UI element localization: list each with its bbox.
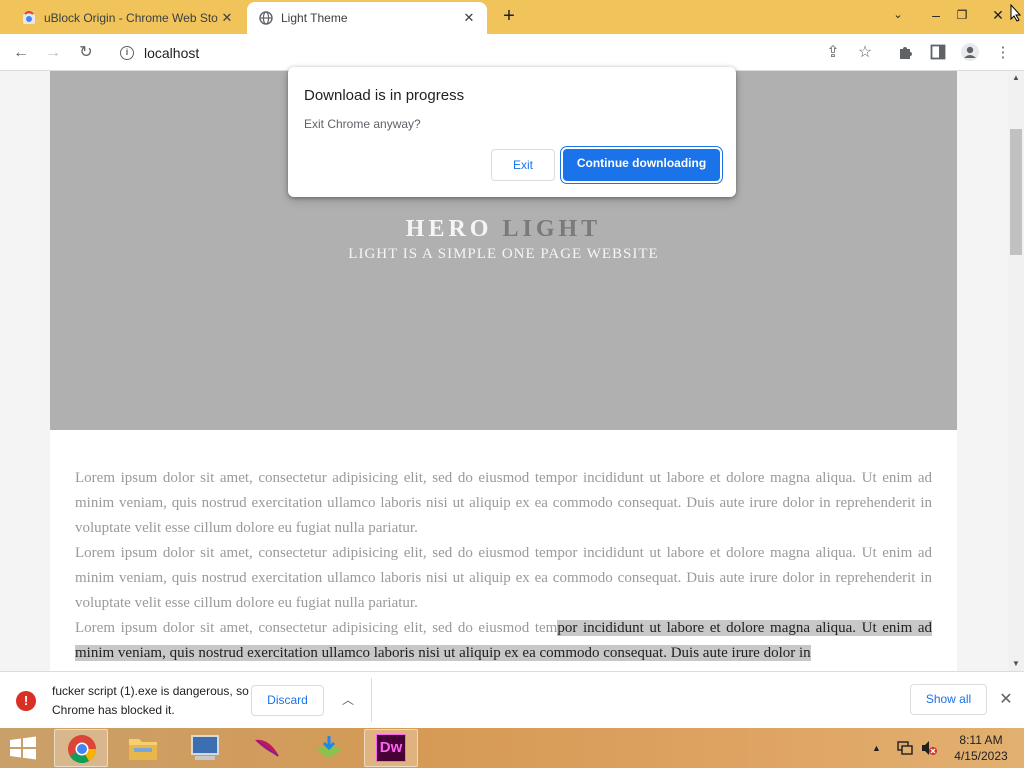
installer-download-icon [316, 736, 342, 758]
volume-muted-icon[interactable] [920, 740, 938, 756]
taskbar-chrome[interactable] [54, 729, 108, 767]
tab-search-chevron-icon[interactable]: ⌄ [882, 0, 914, 34]
mouse-cursor-icon [1010, 4, 1022, 22]
taskbar-feather-app[interactable] [240, 729, 294, 767]
danger-warning-icon: ! [16, 691, 36, 711]
close-shelf-icon[interactable]: ✕ [996, 688, 1016, 712]
taskbar-file-explorer[interactable] [116, 729, 170, 767]
network-icon[interactable] [896, 741, 914, 755]
chrome-web-store-icon [23, 11, 35, 24]
taskbar-download-installer[interactable] [302, 729, 356, 767]
new-tab-button[interactable]: + [498, 6, 520, 28]
dialog-message: Exit Chrome anyway? [304, 117, 421, 131]
back-button[interactable]: ← [8, 40, 34, 66]
show-all-button[interactable]: Show all [910, 684, 987, 715]
paragraph-text: Lorem ipsum dolor sit amet, consectetur … [75, 620, 558, 636]
taskbar: Dw ▲ 8:11 AM 4/15/2023 [0, 728, 1024, 768]
globe-icon [259, 11, 273, 25]
scrollbar-thumb[interactable] [1010, 129, 1022, 255]
url-text: localhost [144, 45, 200, 61]
taskbar-dreamweaver[interactable]: Dw [364, 729, 418, 767]
tray-chevron-up-icon[interactable]: ▲ [872, 728, 881, 768]
page-scrollbar[interactable]: ▲ ▼ [1008, 71, 1024, 671]
clock-date: 4/15/2023 [954, 749, 1008, 763]
windows-start-icon[interactable] [8, 736, 38, 760]
folder-icon [129, 739, 157, 760]
share-icon[interactable]: ⇪ [820, 40, 846, 66]
restore-button[interactable]: ❐ [946, 0, 978, 34]
tab-title: Light Theme [281, 11, 348, 25]
discard-button[interactable]: Discard [251, 685, 324, 716]
scroll-down-arrow-icon[interactable]: ▼ [1008, 657, 1024, 671]
site-info-icon[interactable]: i [120, 46, 134, 60]
hero-title-light: LIGHT [502, 216, 602, 242]
hero-title: HERO LIGHT [50, 216, 957, 243]
chrome-icon [68, 735, 96, 763]
profile-avatar-icon[interactable] [960, 42, 980, 62]
tab-close-icon[interactable]: ✕ [219, 10, 235, 26]
tab-close-icon[interactable]: ✕ [461, 10, 477, 26]
feather-icon [255, 739, 279, 757]
forward-button[interactable]: → [40, 40, 66, 66]
download-shelf: ! fucker script (1).exe is dangerous, so… [0, 671, 1024, 728]
download-warning-text: fucker script (1).exe is dangerous, so C… [52, 684, 249, 717]
download-in-progress-dialog: Download is in progress Exit Chrome anyw… [288, 67, 736, 197]
bookmark-star-icon[interactable]: ☆ [852, 40, 878, 66]
dreamweaver-icon: Dw [376, 734, 406, 762]
tab-light-theme[interactable]: Light Theme ✕ [247, 2, 487, 34]
computer-monitor-icon [191, 735, 219, 760]
divider [371, 678, 372, 722]
scroll-up-arrow-icon[interactable]: ▲ [1008, 71, 1024, 85]
hero-title-hero: HERO [405, 216, 493, 242]
chevron-up-icon[interactable]: ︿ [338, 688, 358, 712]
browser-toolbar: ← → ↻ i localhost ⇪ ☆ ⋮ [0, 34, 1024, 71]
exit-button[interactable]: Exit [491, 149, 555, 181]
taskbar-remote-desktop[interactable] [178, 729, 232, 767]
tab-ublock[interactable]: uBlock Origin - Chrome Web Sto ✕ [0, 2, 245, 34]
paragraph: Lorem ipsum dolor sit amet, consectetur … [75, 545, 932, 611]
hero-subtitle: LIGHT IS A SIMPLE ONE PAGE WEBSITE [348, 246, 659, 262]
continue-downloading-button[interactable]: Continue downloading [563, 149, 720, 181]
content-section: Lorem ipsum dolor sit amet, consectetur … [50, 430, 957, 671]
system-clock[interactable]: 8:11 AM 4/15/2023 [948, 732, 1014, 764]
menu-kebab-icon[interactable]: ⋮ [990, 40, 1016, 66]
paragraph: Lorem ipsum dolor sit amet, consectetur … [75, 470, 932, 536]
extensions-puzzle-icon[interactable] [898, 44, 914, 60]
tab-strip: uBlock Origin - Chrome Web Sto ✕ Light T… [0, 0, 1024, 34]
tab-title: uBlock Origin - Chrome Web Sto [44, 11, 218, 25]
side-panel-icon[interactable] [930, 44, 946, 60]
reload-button[interactable]: ↻ [73, 40, 99, 66]
paragraph: Lorem ipsum dolor sit amet, consectetur … [75, 616, 932, 666]
dialog-title: Download is in progress [304, 87, 465, 104]
address-bar[interactable]: i localhost [108, 38, 884, 68]
clock-time: 8:11 AM [959, 733, 1003, 747]
